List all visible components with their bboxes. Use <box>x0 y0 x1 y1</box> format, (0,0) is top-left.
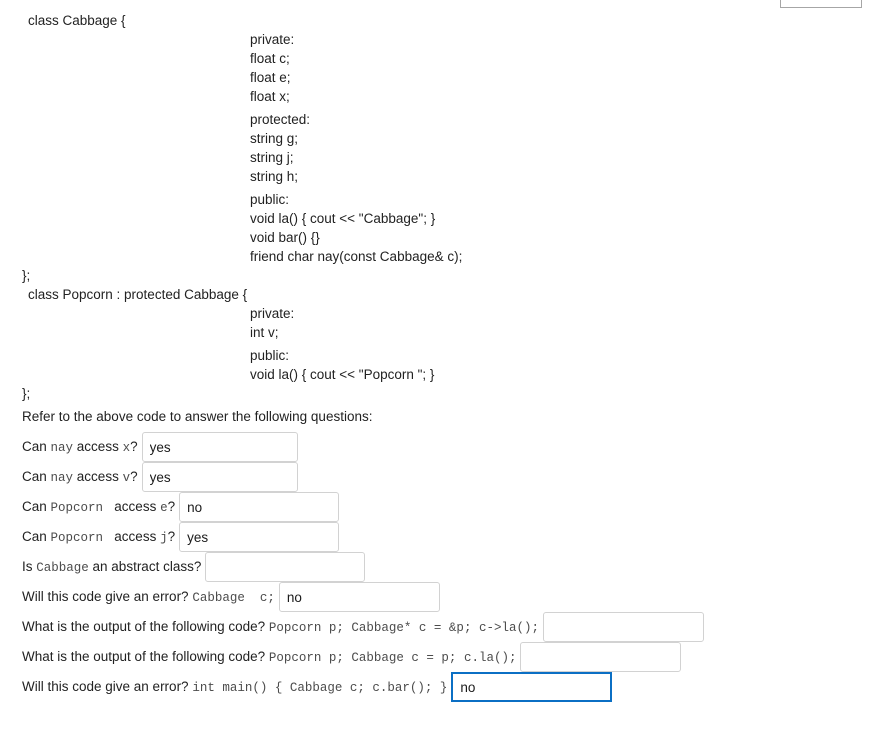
question-label-error-main-bar: Will this code give an error? int main()… <box>22 677 447 698</box>
label-text: ? <box>130 468 138 484</box>
cabbage-private-group: private: float c; float e; float x; <box>0 30 872 106</box>
cabbage-protected-group: protected: string g; string j; string h; <box>0 110 872 186</box>
label-text: ? <box>167 498 176 514</box>
label-text: ? <box>167 528 176 544</box>
answer-input-nay-access-v[interactable] <box>141 462 298 492</box>
code-line: float e; <box>250 70 291 85</box>
answer-input-output-slice-la[interactable] <box>520 642 682 672</box>
answer-input-error-main-bar[interactable] <box>451 672 613 702</box>
inline-code: Cabbage c; <box>192 590 275 605</box>
code-line: string h; <box>250 169 299 184</box>
answer-input-error-cabbage-c[interactable] <box>278 582 440 612</box>
code-listing: class Cabbage { private: float c; float e;… <box>0 11 872 403</box>
question-row: What is the output of the following code… <box>22 612 872 642</box>
inline-code: nay <box>50 440 74 455</box>
inline-code: Popcorn p; Cabbage* c = &p; c->la(); <box>268 620 539 635</box>
question-label-cabbage-abstract: Is Cabbage an abstract class? <box>22 557 201 578</box>
instruction-text: Refer to the above code to answer the fo… <box>22 409 373 424</box>
question-label-popcorn-access-j: Can Popcorn access j? <box>22 527 175 548</box>
label-text: Can <box>22 528 51 544</box>
inline-code: x <box>122 440 131 455</box>
question-row: Will this code give an error? int main()… <box>22 672 872 702</box>
question-label-output-slice-la: What is the output of the following code… <box>22 647 516 668</box>
question-row: Is Cabbage an abstract class? <box>22 552 872 582</box>
label-text: What is the output of the following code… <box>22 618 269 634</box>
inline-code: Popcorn p; Cabbage c = p; c.la(); <box>268 650 517 665</box>
code-line-popcorn-close: }; <box>22 386 31 401</box>
inline-code: Popcorn <box>50 500 111 515</box>
answer-input-cabbage-abstract[interactable] <box>205 552 366 582</box>
inline-code: j <box>160 530 168 545</box>
label-text: access <box>73 468 123 484</box>
question-row: Will this code give an error? Cabbage c; <box>22 582 872 612</box>
question-label-error-cabbage-c: Will this code give an error? Cabbage c; <box>22 587 275 608</box>
answer-input-output-pointer-la[interactable] <box>542 612 704 642</box>
code-line-cabbage-close: }; <box>22 268 31 283</box>
question-label-nay-access-v: Can nay access v? <box>22 467 138 488</box>
inline-code: v <box>122 470 131 485</box>
code-line: private: <box>250 32 295 47</box>
question-row: Can Popcorn access j? <box>22 522 872 552</box>
code-line: void la() { cout << "Popcorn "; } <box>250 367 435 382</box>
answer-input-popcorn-access-e[interactable] <box>179 492 340 522</box>
label-text: Is <box>22 558 37 574</box>
cabbage-public-group: public: void la() { cout << "Cabbage"; } v… <box>0 190 872 266</box>
label-text: access <box>110 498 161 514</box>
label-text: access <box>73 438 123 454</box>
question-row: Can nay access v? <box>22 462 872 492</box>
code-line: public: <box>250 192 290 207</box>
code-line: public: <box>250 348 290 363</box>
label-text: Can <box>22 498 51 514</box>
popcorn-public-group: public: void la() { cout << "Popcorn "; } <box>0 346 872 384</box>
label-text: Will this code give an error? <box>22 588 193 604</box>
cabbage-member-groups: private: float c; float e; float x; protecte… <box>0 30 872 266</box>
question-row: What is the output of the following code… <box>22 642 872 672</box>
code-line: int v; <box>250 325 279 340</box>
label-text: ? <box>130 438 138 454</box>
popcorn-member-groups: private: int v; public: void la() { cout <<… <box>0 304 872 384</box>
code-line: friend char nay(const Cabbage& c); <box>250 249 463 264</box>
inline-code: int main() { Cabbage c; c.bar(); } <box>192 680 448 695</box>
inline-code: Popcorn <box>50 530 111 545</box>
label-text: Can <box>22 438 51 454</box>
code-line: void bar() {} <box>250 230 320 245</box>
label-text: What is the output of the following code… <box>22 648 269 664</box>
inline-code: nay <box>50 470 74 485</box>
code-line: string g; <box>250 131 299 146</box>
answer-input-popcorn-access-j[interactable] <box>179 522 340 552</box>
code-line: void la() { cout << "Cabbage"; } <box>250 211 436 226</box>
code-line: protected: <box>250 112 311 127</box>
question-label-popcorn-access-e: Can Popcorn access e? <box>22 497 175 518</box>
inline-code: e <box>160 500 168 515</box>
code-line: private: <box>250 306 295 321</box>
popcorn-private-group: private: int v; <box>0 304 872 342</box>
exercise-page: class Cabbage { private: float c; float e;… <box>0 0 872 702</box>
code-line-cabbage-open: class Cabbage { <box>28 13 126 28</box>
question-row: Can Popcorn access e? <box>22 492 872 522</box>
question-label-output-pointer-la: What is the output of the following code… <box>22 617 539 638</box>
answer-input-nay-access-x[interactable] <box>141 432 298 462</box>
inline-code: Cabbage <box>36 560 89 575</box>
code-line: float c; <box>250 51 290 66</box>
label-text: an abstract class? <box>88 558 202 574</box>
label-text: Will this code give an error? <box>22 678 193 694</box>
code-line: float x; <box>250 89 290 104</box>
question-label-nay-access-x: Can nay access x? <box>22 437 138 458</box>
code-line-popcorn-open: class Popcorn : protected Cabbage { <box>28 287 248 302</box>
code-line: string j; <box>250 150 294 165</box>
label-text: access <box>110 528 161 544</box>
label-text: Can <box>22 468 51 484</box>
question-list: Can nay access x?Can nay access v?Can Po… <box>0 432 872 702</box>
question-row: Can nay access x? <box>22 432 872 462</box>
